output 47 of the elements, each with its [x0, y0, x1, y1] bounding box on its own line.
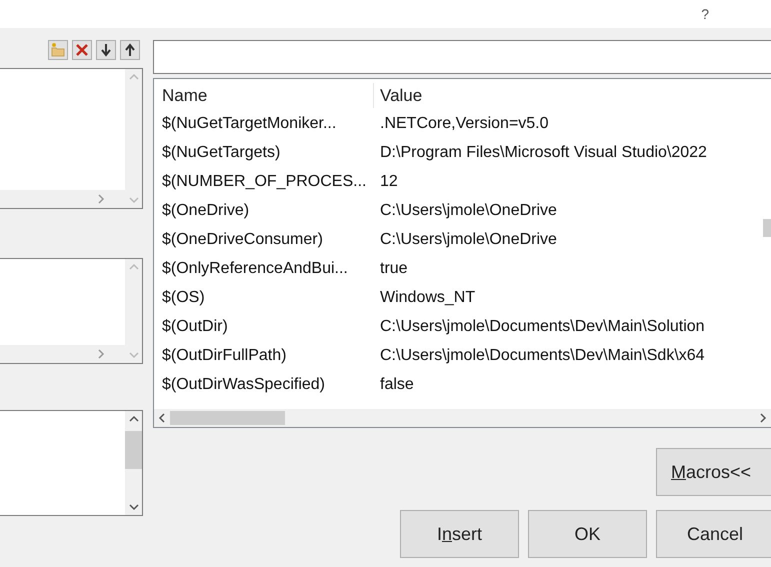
table-cell-text: $(NuGetTargets) — [161, 142, 282, 162]
table-cell-text: false — [379, 374, 414, 394]
column-header[interactable]: Name — [160, 82, 374, 108]
macros-button[interactable]: Macros<< — [656, 448, 771, 496]
scroll-left-icon[interactable] — [158, 413, 166, 423]
ok-button[interactable]: OK — [528, 510, 647, 558]
delete-icon — [75, 43, 89, 57]
table-cell-text: $(OS) — [161, 288, 206, 308]
table-cell-text: $(OutDirFullPath) — [161, 346, 288, 366]
table-cell-text: $(OneDriveConsumer) — [161, 230, 324, 250]
table-cell-text: D:\Program Files\Microsoft Visual Studio\2022 — [379, 142, 707, 162]
down-arrow-icon — [100, 43, 112, 57]
column-header[interactable]: Value — [374, 82, 422, 108]
scroll-thumb[interactable] — [170, 411, 285, 425]
list-box[interactable] — [0, 258, 143, 364]
cancel-button[interactable]: Cancel — [656, 510, 771, 558]
scroll-down-icon[interactable] — [128, 503, 138, 511]
table-cell-text: C:\Users\jmole\OneDrive — [379, 230, 557, 250]
table-cell-text: Windows_NT — [379, 288, 476, 308]
table-cell-text: C:\Users\jmole\Documents\Dev\Main\Solution — [379, 316, 705, 336]
scroll-thumb[interactable] — [125, 431, 142, 469]
scroll-up-icon[interactable] — [128, 415, 138, 423]
table-cell-text: $(OnlyReferenceAndBui... — [161, 258, 349, 278]
scroll-thumb[interactable] — [763, 219, 771, 237]
up-arrow-icon — [124, 43, 136, 57]
scroll-right-icon[interactable] — [759, 413, 767, 423]
table-cell-text: $(OutDir) — [161, 316, 229, 336]
help-button[interactable]: ? — [701, 4, 709, 24]
list-box[interactable] — [0, 68, 143, 209]
horizontal-scrollbar[interactable] — [154, 409, 771, 427]
new-folder-button[interactable] — [48, 40, 68, 60]
delete-button[interactable] — [72, 40, 92, 60]
table-cell-text: $(NuGetTargetMoniker... — [161, 114, 338, 134]
table-cell-text: .NETCore,Version=v5.0 — [379, 114, 549, 134]
table-cell-text: 12 — [379, 172, 398, 192]
table-cell-text: $(OneDrive) — [161, 200, 250, 220]
list-box[interactable] — [0, 410, 143, 516]
insert-button[interactable]: Insert — [400, 510, 519, 558]
new-folder-icon — [50, 42, 66, 58]
text-field[interactable] — [153, 40, 771, 74]
up-button[interactable] — [120, 40, 140, 60]
table-cell-text: C:\Users\jmole\Documents\Dev\Main\Sdk\x64 — [379, 346, 705, 366]
table-cell-text: C:\Users\jmole\OneDrive — [379, 200, 557, 220]
table-cell-text: $(OutDirWasSpecified) — [161, 374, 326, 394]
down-button[interactable] — [96, 40, 116, 60]
table-cell-text: $(NUMBER_OF_PROCES... — [161, 172, 368, 192]
table-cell-text: true — [379, 258, 408, 278]
